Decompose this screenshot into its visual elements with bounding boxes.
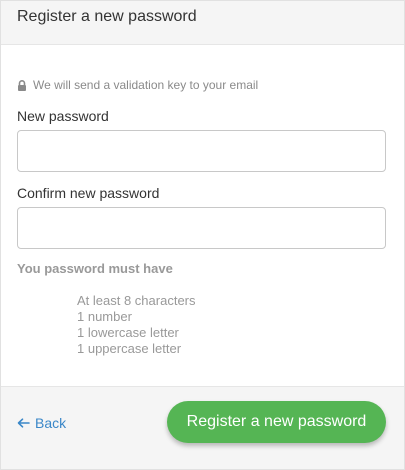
panel-header: Register a new password (1, 1, 404, 45)
password-rule-item: 1 number (77, 309, 132, 324)
confirm-password-input[interactable] (17, 207, 386, 249)
back-link[interactable]: Back (17, 415, 66, 431)
new-password-label: New password (17, 108, 109, 124)
password-rules-title: You password must have (17, 261, 173, 276)
page-title: Register a new password (17, 8, 197, 25)
register-password-button[interactable]: Register a new password (167, 401, 386, 443)
password-rule-item: 1 lowercase letter (77, 325, 179, 340)
password-rules-list: At least 8 characters 1 number 1 lowerca… (77, 293, 196, 357)
password-rule-item: 1 uppercase letter (77, 341, 182, 356)
back-label: Back (35, 415, 67, 431)
confirm-password-label: Confirm new password (17, 185, 160, 201)
password-rule-item: At least 8 characters (77, 293, 196, 308)
lock-icon (17, 79, 27, 91)
panel-body: We will send a validation key to your em… (1, 45, 404, 385)
panel-footer: Back Register a new password (1, 386, 404, 469)
register-password-panel: Register a new password We will send a v… (0, 0, 405, 470)
arrow-left-icon (17, 418, 30, 428)
info-text: We will send a validation key to your em… (33, 78, 259, 92)
info-message: We will send a validation key to your em… (17, 78, 258, 92)
new-password-input[interactable] (17, 130, 386, 172)
